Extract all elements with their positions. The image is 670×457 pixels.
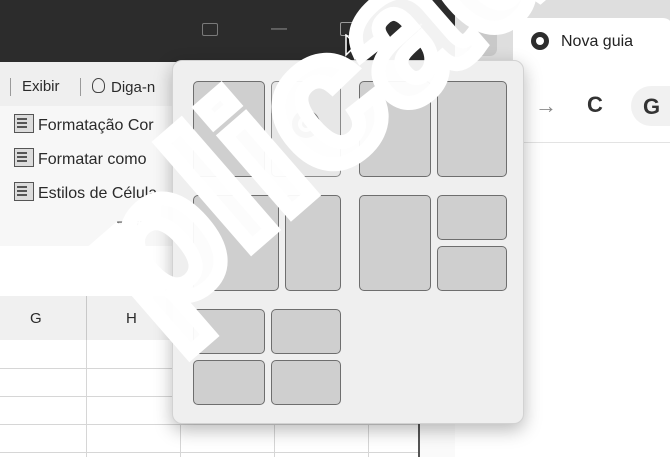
forward-icon[interactable]: → [535,93,557,119]
snap-zone-layout1-right[interactable] [271,81,341,177]
browser-tab-strip: ⌄ Nova guia [455,0,670,68]
column-header-h[interactable]: H [126,310,137,327]
chrome-icon [292,110,320,138]
conditional-format-label: Formatação Cor [38,117,154,134]
tell-me-box[interactable]: Diga-n [92,78,155,96]
cell-styles-label: Estilos de Célula [38,185,158,202]
snap-zone-layout5-bottom-right[interactable] [271,360,341,405]
tab-separator [80,78,81,96]
snap-zone-layout5-top-left[interactable] [193,309,265,354]
chrome-icon [531,32,549,50]
snap-zone-layout3-right[interactable] [285,195,341,291]
tab-separator [10,78,11,96]
chevron-down-icon: ⌄ [476,34,488,50]
excel-titlebar: — ✕ [0,0,455,62]
snap-zone-layout2-right[interactable] [437,81,507,177]
snap-zone-layout5-bottom-left[interactable] [193,360,265,405]
row-line [0,424,455,425]
snap-zone-layout4-top-right[interactable] [437,195,507,240]
snap-layouts-flyout [172,60,524,424]
row-line [0,452,455,453]
group-label-estilo: Estilo [116,218,151,234]
lightbulb-icon [92,78,105,93]
tab-nova-guia[interactable]: Nova guia [513,18,670,68]
column-divider [86,296,87,340]
conditional-format-icon [14,114,34,133]
snap-zone-layout2-left[interactable] [359,81,431,177]
tab-search-button[interactable]: ⌄ [467,28,497,56]
minimize-button[interactable]: — [262,14,296,44]
format-table-icon [14,148,34,167]
tab-title: Nova guia [561,33,634,50]
reload-icon[interactable]: C [587,92,603,118]
cell-styles-icon [14,182,34,201]
window-extra-button[interactable] [192,14,226,44]
close-button[interactable]: ✕ [400,14,434,44]
column-header-g[interactable]: G [30,310,42,327]
tell-me-label: Diga-n [111,79,156,96]
col-line [86,340,87,457]
google-icon: G [643,94,661,119]
window-icon [202,23,218,36]
address-bar[interactable]: G [631,86,670,126]
cell-styles-button[interactable]: Estilos de Célula [14,182,157,203]
snap-zone-layout4-bottom-right[interactable] [437,246,507,291]
snap-zone-layout4-left[interactable] [359,195,431,291]
format-as-table-label: Formatar como [38,151,147,168]
tab-exibir[interactable]: Exibir [22,78,60,95]
format-as-table-button[interactable]: Formatar como [14,148,146,169]
snap-zone-layout3-left[interactable] [193,195,279,291]
snap-zone-layout1-left[interactable] [193,81,265,177]
snap-zone-layout5-top-right[interactable] [271,309,341,354]
conditional-format-button[interactable]: Formatação Cor [14,114,154,135]
